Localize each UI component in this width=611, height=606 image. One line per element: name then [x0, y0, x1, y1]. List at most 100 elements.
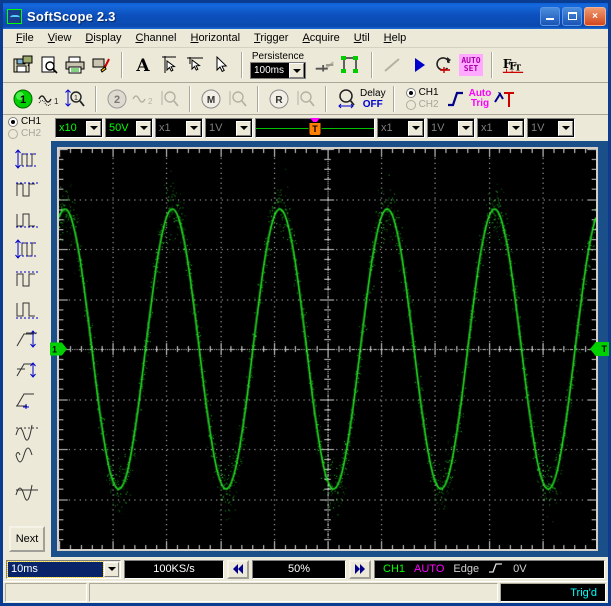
math-zoom-icon [224, 86, 250, 112]
measure-amplitude-icon[interactable] [12, 144, 42, 174]
measure-high-icon[interactable] [12, 174, 42, 204]
ch1-waveform-icon[interactable]: 1 [36, 86, 62, 112]
math-button[interactable]: M [198, 86, 224, 112]
position-prev-button[interactable] [227, 560, 249, 579]
measure-peak-to-peak-icon[interactable] [12, 234, 42, 264]
auto-set-line2: SET [461, 65, 480, 73]
menu-channel[interactable]: Channel [128, 30, 183, 46]
menu-help[interactable]: Help [377, 30, 414, 46]
ch-separator-3 [257, 86, 259, 112]
ch2-group: 2 2 [101, 83, 185, 114]
menu-file[interactable]: File [9, 30, 41, 46]
source-radio-ch2-label: CH2 [21, 128, 41, 140]
slope-line-icon [380, 52, 406, 78]
delay-control[interactable]: Delay OFF [360, 88, 386, 110]
ch2-probe-combo[interactable]: x1 [155, 118, 203, 138]
radio-ch1-icon [406, 88, 416, 98]
timebase-combo[interactable]: 10ms [6, 560, 121, 579]
trigger-source-ch2[interactable]: CH2 [406, 99, 439, 111]
horizontal-zoom-icon[interactable] [334, 86, 360, 112]
trigger-position-handle[interactable]: T [309, 122, 322, 136]
double-right-arrow-icon [353, 563, 367, 575]
menu-display[interactable]: Display [78, 30, 128, 46]
print-icon[interactable] [62, 52, 88, 78]
minimize-button[interactable] [540, 7, 560, 26]
measure-fall-time-icon[interactable] [12, 354, 42, 384]
ch-separator-1 [95, 86, 97, 112]
persistence-combo[interactable]: 100ms [250, 62, 306, 79]
trigger-source-ch1[interactable]: CH1 [406, 87, 439, 99]
menu-acquire[interactable]: Acquire [295, 30, 346, 46]
trigger-mode-icon[interactable] [491, 86, 517, 112]
ch1-zoom-icon[interactable]: 1 [62, 86, 88, 112]
waveform-canvas[interactable] [59, 149, 596, 549]
save-icon[interactable] [10, 52, 36, 78]
pulse-marker-icon[interactable] [338, 52, 364, 78]
position-next-button[interactable] [349, 560, 371, 579]
print-setup-icon[interactable] [88, 52, 114, 78]
maximize-button[interactable] [562, 7, 582, 26]
ch-separator-4 [325, 86, 327, 112]
delay-label: Delay [360, 88, 386, 99]
source-radio-ch2[interactable]: CH2 [8, 128, 53, 140]
auto-set-icon[interactable]: AUTO SET [458, 52, 484, 78]
fft-icon[interactable]: FFT [500, 52, 526, 78]
menu-view[interactable]: View [41, 30, 79, 46]
ch1-volts-div-combo[interactable]: 50V [105, 118, 153, 138]
chevron-down-icon[interactable] [408, 121, 423, 136]
menu-util[interactable]: Util [347, 30, 377, 46]
trigger-slope-icon[interactable] [443, 86, 469, 112]
chevron-down-icon[interactable] [136, 121, 151, 136]
chevron-down-icon[interactable] [558, 121, 573, 136]
measure-min-icon[interactable] [12, 294, 42, 324]
ch2-volts-div-combo[interactable]: 1V [205, 118, 253, 138]
ref-probe-combo[interactable]: x1 [477, 118, 525, 138]
rising-edge-icon [488, 562, 504, 577]
ch-separator-5 [393, 86, 395, 112]
cursor-tool-group: A [127, 48, 237, 82]
measure-max-icon[interactable] [12, 264, 42, 294]
cursor-vertical-icon[interactable] [182, 52, 208, 78]
print-preview-icon[interactable] [36, 52, 62, 78]
ref-volts-div-combo[interactable]: 1V [527, 118, 575, 138]
auto-trig-line2: Trig [469, 99, 492, 109]
cursor-pointer-icon[interactable] [208, 52, 234, 78]
next-button[interactable]: Next [9, 526, 45, 552]
chevron-down-icon[interactable] [458, 121, 473, 136]
ch1-probe-combo[interactable]: x10 [55, 118, 103, 138]
math-probe-value: x1 [378, 122, 408, 134]
scale-row: CH1 CH2 x10 50V x1 1V T x1 1V x1 1V [3, 115, 608, 141]
auto-trig-button[interactable]: Auto Trig [469, 89, 492, 109]
chevron-down-icon[interactable] [508, 121, 523, 136]
single-shot-icon[interactable] [432, 52, 458, 78]
chevron-down-icon[interactable] [86, 121, 101, 136]
level-marker-icon[interactable] [312, 52, 338, 78]
trigger-position-track[interactable]: T [255, 118, 375, 138]
measure-rise-time-icon[interactable] [12, 324, 42, 354]
close-button[interactable]: × [584, 7, 606, 26]
ref-button[interactable]: R [266, 86, 292, 112]
math-volts-div-combo[interactable]: 1V [427, 118, 475, 138]
chevron-down-icon[interactable] [104, 562, 119, 577]
text-tool-icon[interactable]: A [130, 52, 156, 78]
svg-text:T: T [515, 63, 522, 73]
measure-overshoot-icon[interactable] [12, 384, 42, 414]
radio-source-ch1-icon [8, 117, 18, 127]
menu-trigger[interactable]: Trigger [247, 30, 295, 46]
measure-mean-icon[interactable] [12, 414, 42, 444]
ch2-button[interactable]: 2 [104, 86, 130, 112]
source-radio-ch1[interactable]: CH1 [8, 116, 53, 128]
menu-horizontal[interactable]: Horizontal [183, 30, 247, 46]
chevron-down-icon[interactable] [236, 121, 251, 136]
ch1-button[interactable]: 1 [10, 86, 36, 112]
run-icon[interactable] [406, 52, 432, 78]
cursor-horizontal-icon[interactable] [156, 52, 182, 78]
measure-low-icon[interactable] [12, 204, 42, 234]
scope-display[interactable] [57, 147, 598, 551]
chevron-down-icon[interactable] [289, 63, 304, 78]
math-probe-combo[interactable]: x1 [377, 118, 425, 138]
ch2-volts-div-value: 1V [206, 122, 236, 134]
measure-cycle-mean-icon[interactable] [12, 474, 42, 504]
measure-rms-icon[interactable] [12, 444, 42, 474]
chevron-down-icon[interactable] [186, 121, 201, 136]
